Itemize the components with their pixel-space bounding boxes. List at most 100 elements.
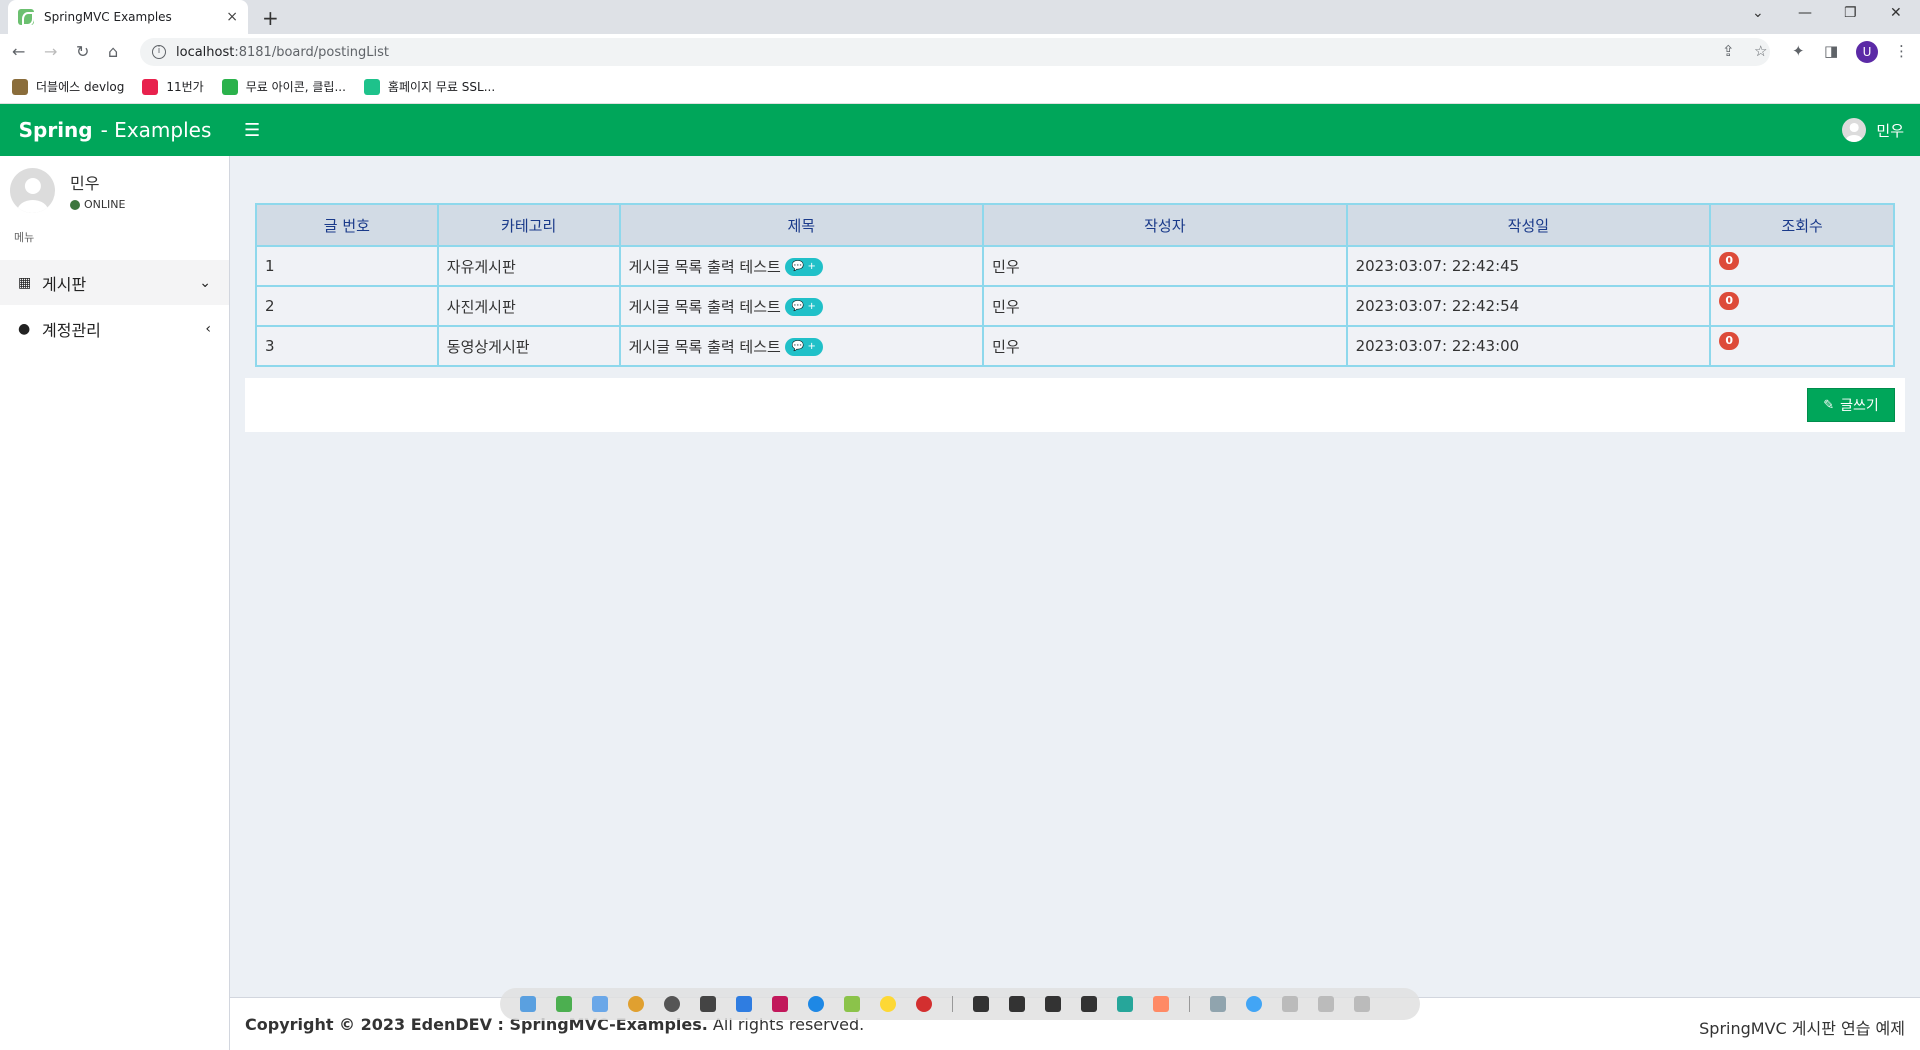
browser-tab[interactable]: SpringMVC Examples × (8, 0, 248, 34)
footer-right-text: SpringMVC 게시판 연습 예제 (1699, 1019, 1905, 1038)
header-user-name: 민우 (1876, 121, 1904, 140)
app-icon[interactable] (1045, 996, 1061, 1012)
app-header: Spring - Examples ☰ 민우 (0, 104, 1920, 156)
restore-icon[interactable]: ❐ (1844, 5, 1857, 21)
app-icon[interactable] (916, 996, 932, 1012)
cell-category: 사진게시판 (436, 285, 621, 327)
kakaotalk-icon[interactable] (880, 996, 896, 1012)
taskbar-separator (952, 996, 953, 1012)
post-title-link[interactable]: 게시글 목록 출력 테스트 (629, 338, 781, 356)
view-count-badge: 0 (1719, 292, 1740, 310)
cell-views: 0 (1709, 245, 1895, 287)
app-icon[interactable] (772, 996, 788, 1012)
volume-icon[interactable] (1354, 996, 1370, 1012)
bookmark-item[interactable]: 무료 아이콘, 클립... (221, 78, 346, 95)
bookmark-item[interactable]: 더블에스 devlog (12, 78, 124, 95)
tray-icon[interactable] (1246, 996, 1262, 1012)
online-dot-icon (70, 199, 80, 210)
app-icon[interactable] (1081, 996, 1097, 1012)
board-footer-box: ✎ 글쓰기 (245, 378, 1905, 432)
cell-author: 민우 (982, 325, 1348, 367)
bookmarks-bar: 더블에스 devlog 11번가 무료 아이콘, 클립... 홈페이지 무료 S… (0, 70, 1920, 104)
url-field[interactable]: i localhost:8181/board/postingList (140, 38, 1770, 66)
table-row[interactable]: 1 자유게시판 게시글 목록 출력 테스트 💬 + 민우 2023:03:07: … (255, 245, 1895, 287)
network-icon[interactable] (1318, 996, 1334, 1012)
view-count-badge: 0 (1719, 252, 1740, 270)
app-icon[interactable] (700, 996, 716, 1012)
bookmark-icon (12, 78, 28, 95)
tab-close-icon[interactable]: × (226, 9, 238, 25)
comment-badge: 💬 + (784, 298, 823, 316)
pencil-icon: ✎ (1823, 397, 1835, 413)
cell-no: 3 (255, 325, 439, 367)
cell-category: 자유게시판 (436, 245, 621, 287)
new-tab-button[interactable]: + (262, 6, 279, 30)
user-panel: 민우 ONLINE (10, 164, 220, 216)
col-header-category: 카테고리 (436, 203, 621, 247)
app-icon[interactable] (973, 996, 989, 1012)
cell-views: 0 (1709, 285, 1895, 327)
sidebar: 민우 ONLINE 메뉴 ▦ 게시판 ⌄ ● 계정관리 ‹ (0, 156, 230, 1050)
keyboard-icon[interactable] (1282, 996, 1298, 1012)
site-info-icon[interactable]: i (152, 45, 166, 59)
tray-icon[interactable] (1210, 996, 1226, 1012)
back-icon[interactable]: ← (12, 42, 25, 61)
chrome-icon[interactable] (628, 996, 644, 1012)
file-explorer-icon[interactable] (520, 996, 536, 1012)
table-row[interactable]: 2 사진게시판 게시글 목록 출력 테스트 💬 + 민우 2023:03:07: … (255, 285, 1895, 327)
sidebar-item-label: 게시판 (42, 274, 87, 294)
chevron-left-icon: ‹ (205, 320, 211, 337)
col-header-date: 작성일 (1345, 203, 1712, 247)
cell-title: 게시글 목록 출력 테스트 💬 + (618, 245, 985, 287)
home-icon[interactable]: ⌂ (108, 42, 118, 61)
col-header-title: 제목 (618, 203, 985, 247)
side-panel-icon[interactable]: ◨ (1824, 42, 1838, 60)
header-user-menu[interactable]: 민우 (1842, 118, 1904, 142)
avatar (10, 168, 55, 213)
app-icon[interactable] (736, 996, 752, 1012)
bookmark-star-icon[interactable]: ☆ (1754, 42, 1767, 60)
sidebar-item-label: 계정관리 (42, 320, 101, 340)
app-icon[interactable] (1009, 996, 1025, 1012)
app-icon[interactable] (808, 996, 824, 1012)
app-icon[interactable] (556, 996, 572, 1012)
start-icon[interactable] (592, 996, 608, 1012)
bookmark-icon (142, 78, 159, 95)
minimize-icon[interactable]: — (1798, 5, 1812, 21)
view-count-badge: 0 (1719, 332, 1740, 350)
app-logo[interactable]: Spring - Examples (0, 104, 230, 156)
menu-header: 메뉴 (14, 231, 35, 244)
write-post-button[interactable]: ✎ 글쓰기 (1807, 388, 1895, 422)
comment-badge: 💬 + (784, 258, 823, 276)
extensions-icon[interactable]: ✦ (1792, 42, 1805, 60)
sidebar-toggle-icon[interactable]: ☰ (244, 120, 260, 141)
cell-date: 2023:03:07: 22:42:54 (1345, 285, 1712, 327)
chevron-down-icon: ⌄ (199, 274, 211, 291)
app-icon[interactable] (844, 996, 860, 1012)
table-row[interactable]: 3 동영상게시판 게시글 목록 출력 테스트 💬 + 민우 2023:03:07:… (255, 325, 1895, 367)
col-header-no: 글 번호 (255, 203, 439, 247)
sidebar-item-board[interactable]: ▦ 게시판 ⌄ (0, 260, 229, 305)
cell-category: 동영상게시판 (436, 325, 621, 367)
address-bar-row: ← → ↻ ⌂ i localhost:8181/board/postingLi… (0, 34, 1920, 70)
post-title-link[interactable]: 게시글 목록 출력 테스트 (629, 258, 781, 276)
post-title-link[interactable]: 게시글 목록 출력 테스트 (629, 298, 781, 316)
app-icon[interactable] (1153, 996, 1169, 1012)
bookmark-item[interactable]: 11번가 (142, 78, 204, 95)
app-icon[interactable] (664, 996, 680, 1012)
sidebar-item-account[interactable]: ● 계정관리 ‹ (0, 306, 229, 351)
profile-avatar[interactable]: U (1856, 41, 1878, 63)
col-header-author: 작성자 (982, 203, 1348, 247)
forward-icon[interactable]: → (44, 42, 57, 61)
bookmark-item[interactable]: 홈페이지 무료 SSL... (363, 78, 495, 95)
reload-icon[interactable]: ↻ (76, 42, 89, 61)
window-close-icon[interactable]: ✕ (1890, 5, 1902, 21)
app-icon[interactable] (1117, 996, 1133, 1012)
tab-search-icon[interactable]: ⌄ (1752, 5, 1764, 21)
table-header-row: 글 번호 카테고리 제목 작성자 작성일 조회수 (255, 203, 1895, 247)
share-icon[interactable]: ⇪ (1722, 42, 1735, 60)
browser-tabstrip: SpringMVC Examples × + ⌄ — ❐ ✕ (0, 0, 1920, 34)
spring-favicon-icon (18, 9, 34, 26)
browser-menu-icon[interactable]: ⋮ (1894, 42, 1909, 60)
sidebar-user-name: 민우 (70, 174, 100, 193)
